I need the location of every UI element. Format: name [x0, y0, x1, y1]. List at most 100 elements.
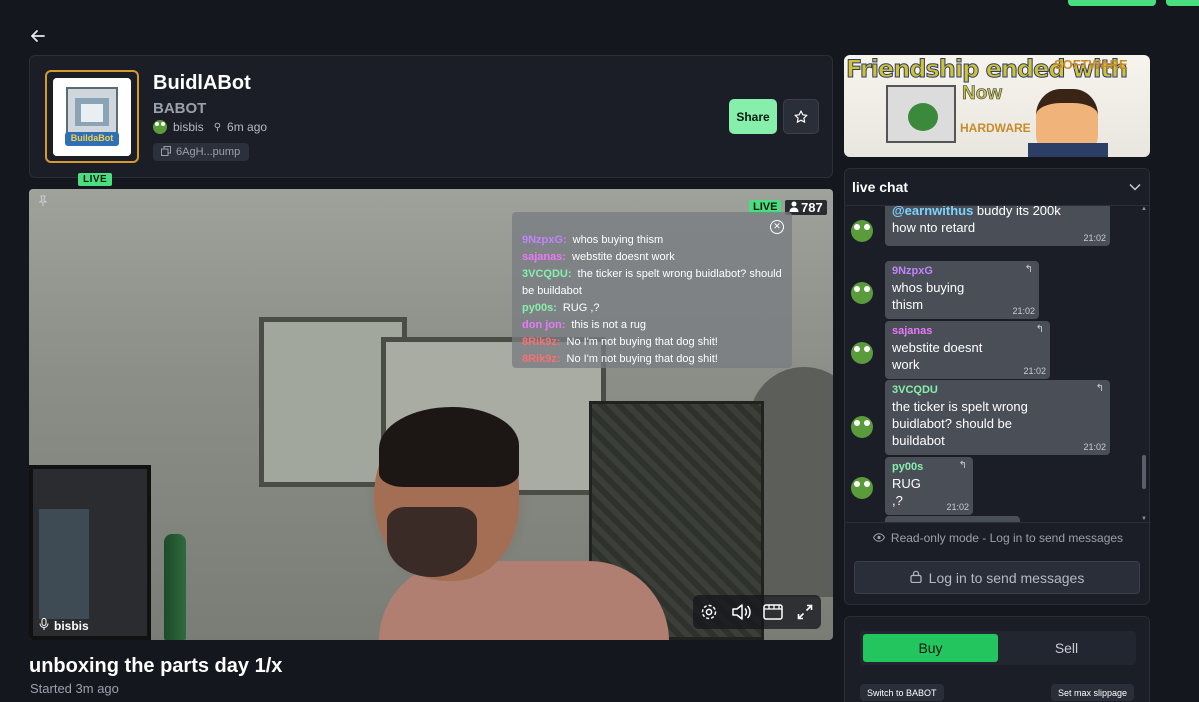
chat-timestamp: 21:02	[1023, 366, 1046, 376]
overlay-username: don jon:	[522, 319, 566, 331]
share-button[interactable]: Share	[729, 99, 777, 134]
streamer-label: bisbis	[39, 618, 89, 633]
chat-timestamp: 21:02	[1083, 442, 1106, 452]
chat-text-content: the ticker is spelt wrong buidlabot? sho…	[892, 399, 1028, 448]
overlay-username: 8Rik9z:	[522, 353, 561, 365]
login-button[interactable]: Log in to send messages	[854, 561, 1140, 594]
creator-meta: bisbis ⚲ 6m ago	[153, 120, 267, 134]
theater-mode-icon[interactable]	[762, 601, 784, 623]
chat-overlay: ✕ 9NzpxG: whos buying thism sajanas: websti…	[512, 212, 792, 368]
reply-icon[interactable]: ↰	[1096, 383, 1104, 394]
trade-panel: Buy Sell Switch to BABOT Set max slippag…	[844, 616, 1150, 702]
reply-icon[interactable]: ↰	[1025, 264, 1033, 275]
chat-message-list[interactable]: @earnwithus buddy its 200k how nto retar…	[845, 206, 1141, 522]
contract-address-button[interactable]: 6AgH...pump	[153, 143, 250, 161]
chat-text: @earnwithus buddy its 200k how nto retar…	[892, 206, 1103, 236]
chat-scrollbar-thumb[interactable]	[1142, 455, 1146, 489]
max-slippage-button[interactable]: Set max slippage	[1051, 684, 1135, 701]
login-label: Log in to send messages	[928, 569, 1085, 586]
overlay-text: webstite doesnt work	[572, 251, 675, 263]
scroll-up-icon[interactable]: ▲	[1141, 206, 1147, 212]
overlay-username: 8Rik9z:	[522, 336, 561, 348]
star-icon[interactable]	[783, 99, 819, 134]
live-badge: LIVE	[78, 173, 113, 186]
top-button-2[interactable]	[1166, 0, 1199, 6]
settings-icon[interactable]	[698, 601, 720, 623]
chat-username[interactable]: 3VCQDU	[892, 384, 1103, 396]
chat-text-content: RUG ,?	[892, 476, 921, 508]
chat-username[interactable]: 9NzpxG	[892, 265, 1032, 277]
user-avatar[interactable]	[851, 220, 873, 242]
overlay-text: RUG ,?	[562, 302, 600, 314]
chat-username[interactable]: sajanas	[892, 325, 1043, 337]
overlay-username: 9NzpxG:	[522, 234, 567, 246]
eye-icon	[872, 531, 885, 545]
contract-address: 6AgH...pump	[176, 146, 241, 158]
created-time: 6m ago	[227, 120, 268, 134]
chat-bubble[interactable]: 3VCQDU ↰ the ticker is spelt wrong buidlab…	[885, 380, 1110, 455]
user-avatar[interactable]	[851, 416, 873, 438]
lock-icon	[910, 570, 922, 586]
overlay-text: this is not a rug	[571, 319, 646, 331]
top-button[interactable]	[1068, 0, 1156, 6]
video-player[interactable]: LIVE 787 ✕ 9NzpxG: whos buying thism sajan…	[29, 189, 833, 640]
creator-avatar[interactable]	[153, 120, 167, 134]
reply-icon[interactable]: ↰	[1036, 324, 1044, 335]
overlay-text: No I'm not buying that dog shit!	[566, 336, 718, 348]
token-name: BuidlABot	[153, 72, 251, 94]
creator-name[interactable]: bisbis	[173, 120, 204, 134]
viewer-count-value: 787	[801, 200, 823, 215]
reply-icon[interactable]: ↰	[959, 460, 967, 471]
chat-text-content: whos buying thism	[892, 280, 965, 312]
token-header-card: BuildaBot LIVE BuidlABot BABOT bisbis ⚲ …	[29, 55, 833, 186]
chat-text: whos buying thism	[892, 279, 1032, 313]
chat-text-content: webstite doesnt work	[892, 340, 983, 372]
stream-title: unboxing the parts day 1/x	[29, 655, 283, 677]
token-ticker: BABOT	[153, 100, 207, 117]
overlay-message: sajanas: webstite doesnt work	[522, 249, 782, 266]
user-avatar[interactable]	[851, 477, 873, 499]
token-logo-text: BuildaBot	[70, 133, 114, 143]
overlay-message: don jon: this is not a rug	[522, 317, 782, 334]
overlay-text: whos buying thism	[572, 234, 664, 246]
pin-icon[interactable]	[37, 195, 49, 210]
chat-mention[interactable]: @earnwithus	[892, 206, 973, 218]
chat-timestamp: 21:02	[1083, 233, 1106, 243]
chat-bubble[interactable]: 9NzpxG ↰ whos buying thism 21:02	[885, 261, 1039, 319]
banner-software: SOFTWARE	[1054, 57, 1128, 72]
chat-username[interactable]: py00s	[892, 461, 966, 473]
user-avatar[interactable]	[851, 282, 873, 304]
chat-overlay-list: 9NzpxG: whos buying thism sajanas: webstite…	[522, 232, 782, 368]
microphone-icon	[39, 618, 49, 633]
switch-token-button[interactable]: Switch to BABOT	[860, 684, 944, 701]
tab-sell[interactable]: Sell	[1000, 634, 1133, 662]
fullscreen-icon[interactable]	[794, 601, 816, 623]
chevron-down-icon[interactable]	[1129, 178, 1141, 196]
overlay-message: 8Rik9z: No I'm not buying that dog shit!	[522, 351, 782, 368]
streamer-name: bisbis	[54, 618, 89, 633]
cartoon-suit-illustration	[1028, 143, 1108, 157]
volume-icon[interactable]	[730, 601, 752, 623]
token-logo-image: BuildaBot	[53, 78, 131, 156]
video-controls	[693, 595, 821, 629]
overlay-text: No I'm not buying that dog shit!	[566, 353, 718, 365]
tab-buy[interactable]: Buy	[863, 634, 998, 662]
trade-tabs: Buy Sell	[860, 631, 1136, 665]
chat-bubble[interactable]: sajanas ↰ webstite doesnt work 21:02	[885, 321, 1050, 379]
banner-now: Now	[962, 83, 1003, 105]
overlay-message: 8Rik9z: No I'm not buying that dog shit!	[522, 334, 782, 351]
overlay-message: py00s: RUG ,?	[522, 300, 782, 317]
overlay-username: py00s:	[522, 302, 557, 314]
chat-text: webstite doesnt work	[892, 339, 1043, 373]
video-scene-person-beard	[387, 507, 477, 577]
sprout-icon: ⚲	[213, 121, 222, 133]
user-avatar[interactable]	[851, 342, 873, 364]
chat-header[interactable]: live chat	[845, 169, 1149, 206]
chat-bubble[interactable]: py00s ↰ RUG ,? 21:02	[885, 457, 973, 515]
arrow-left-icon[interactable]	[28, 26, 48, 46]
readonly-text: Read-only mode - Log in to send messages	[890, 530, 1124, 545]
close-icon[interactable]: ✕	[770, 220, 784, 234]
live-chat-panel: live chat @earnwithus buddy its 200k how…	[844, 168, 1151, 605]
chat-bubble[interactable]: @earnwithus buddy its 200k how nto retar…	[885, 206, 1110, 246]
token-logo[interactable]: BuildaBot LIVE	[45, 70, 139, 186]
